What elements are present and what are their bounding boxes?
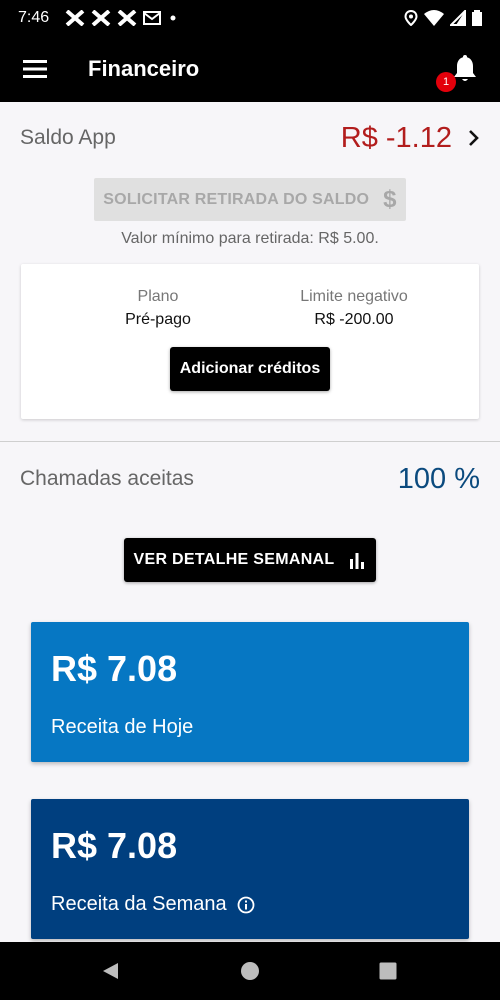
week-revenue-label: Receita da Semana [51, 893, 227, 915]
page-title: Financeiro [88, 56, 200, 81]
hamburger-menu-icon [23, 60, 47, 78]
signal-icon [450, 10, 466, 26]
menu-button[interactable] [0, 36, 70, 102]
today-revenue-card[interactable]: R$ 7.08 Receita de Hoje [31, 622, 469, 762]
wifi-icon [424, 10, 444, 26]
dollar-icon: $ [383, 185, 397, 213]
info-icon[interactable] [237, 896, 255, 914]
negative-limit-value: R$ -200.00 [314, 311, 394, 328]
bell-icon [454, 55, 476, 81]
app-bar: Financeiro 1 [0, 36, 500, 102]
notifications-button[interactable]: 1 [436, 54, 482, 92]
add-credits-button[interactable]: Adicionar créditos [170, 347, 330, 391]
system-icons [404, 10, 482, 26]
notification-badge: 1 [436, 72, 456, 92]
plan-label: Plano [137, 288, 179, 305]
status-bar: 7:46 [0, 0, 500, 36]
divider [0, 441, 500, 442]
minimum-withdraw-note: Valor mínimo para retirada: R$ 5.00. [121, 230, 379, 247]
gmail-icon [143, 11, 162, 25]
back-button[interactable] [70, 942, 150, 1000]
accepted-calls-row: Chamadas aceitas 100 % [0, 456, 500, 502]
home-button[interactable] [210, 942, 290, 1000]
withdraw-button-label: SOLICITAR RETIRADA DO SALDO [103, 190, 370, 208]
back-triangle-icon [103, 963, 118, 979]
status-time: 7:46 [18, 9, 50, 26]
plan-value: Pré-pago [125, 311, 191, 328]
today-revenue-amount: R$ 7.08 [51, 648, 178, 689]
weekly-details-button[interactable]: VER DETALHE SEMANAL [124, 538, 376, 582]
plan-card: Plano Pré-pago Limite negativo R$ -200.0… [21, 264, 479, 419]
plan-column: Plano Pré-pago [58, 288, 258, 329]
balance-row[interactable]: Saldo App R$ -1.12 [0, 102, 500, 174]
accepted-calls-value: 100 % [397, 462, 480, 495]
negative-limit-label: Limite negativo [300, 288, 408, 305]
today-revenue-label: Receita de Hoje [51, 716, 194, 738]
system-navigation-bar [0, 942, 500, 1000]
notification-icons [65, 10, 179, 26]
balance-value: R$ -1.12 [340, 121, 452, 154]
home-circle-icon [241, 962, 259, 980]
chevron-right-icon [469, 130, 479, 146]
dot-icon [170, 15, 176, 21]
bar-chart-icon [350, 553, 365, 569]
accepted-calls-label: Chamadas aceitas [20, 467, 194, 490]
week-revenue-label-row: Receita da Semana [51, 893, 255, 916]
location-icon [404, 10, 418, 26]
app-x-icon [65, 10, 85, 26]
withdraw-balance-button[interactable]: SOLICITAR RETIRADA DO SALDO $ [94, 178, 406, 221]
week-revenue-card[interactable]: R$ 7.08 Receita da Semana [31, 799, 469, 939]
app-x-icon [117, 10, 137, 26]
recents-button[interactable] [348, 942, 428, 1000]
recents-square-icon [379, 962, 397, 980]
app-x-icon [91, 10, 111, 26]
battery-icon [472, 10, 482, 26]
weekly-details-label: VER DETALHE SEMANAL [133, 551, 335, 568]
today-revenue-label-row: Receita de Hoje [51, 716, 193, 739]
week-revenue-amount: R$ 7.08 [51, 825, 178, 866]
balance-label: Saldo App [20, 126, 116, 149]
limit-column: Limite negativo R$ -200.00 [254, 288, 454, 329]
